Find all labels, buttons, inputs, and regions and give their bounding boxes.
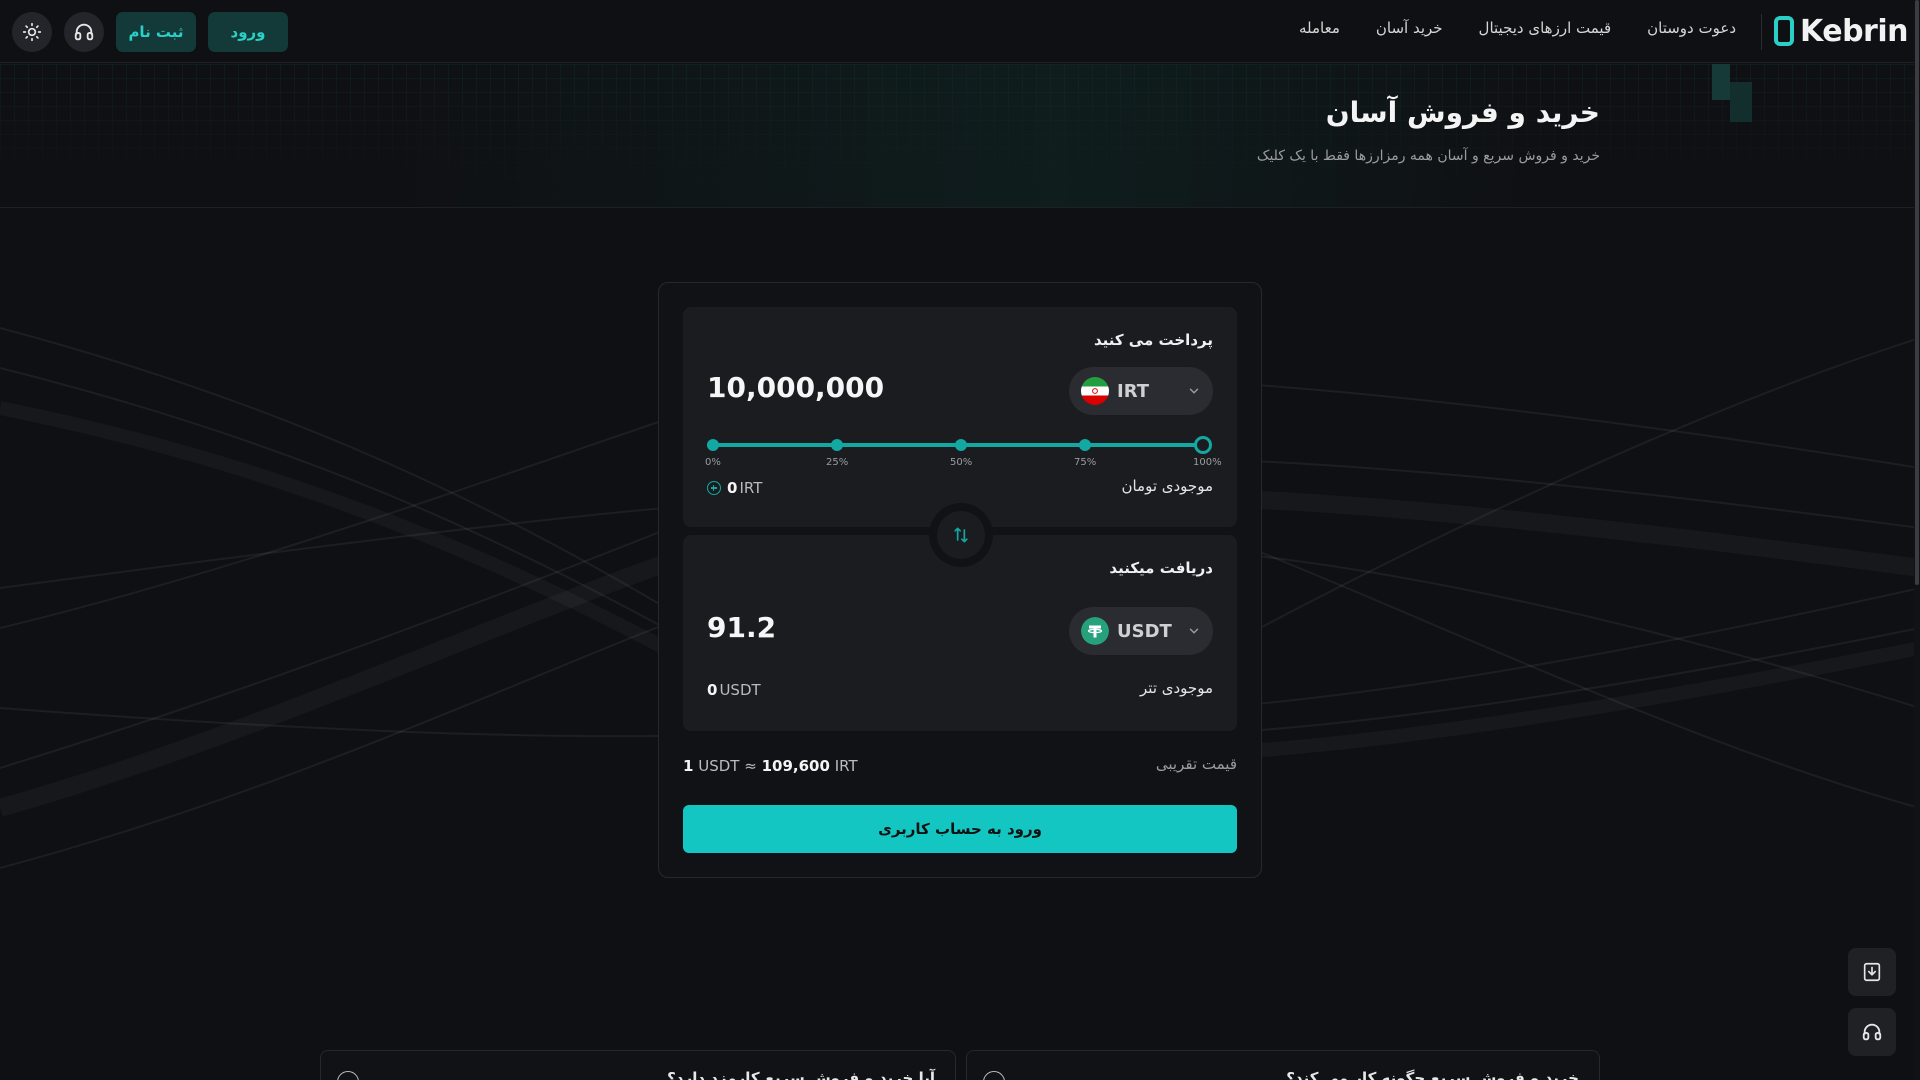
receive-balance-unit: USDT	[719, 681, 761, 699]
rate-base-unit: USDT	[698, 757, 740, 775]
hero-grid-decoration	[0, 64, 1920, 207]
header-divider	[1761, 14, 1762, 50]
headset-icon	[1862, 1023, 1882, 1041]
slider-thumb[interactable]	[1194, 436, 1212, 454]
slider-label: 75%	[1074, 457, 1097, 468]
tether-icon	[1081, 617, 1109, 645]
pay-balance-unit: IRT	[739, 479, 763, 497]
support-button[interactable]	[64, 12, 104, 52]
add-funds-icon[interactable]	[707, 481, 721, 495]
pay-title: پرداخت می کنید	[1093, 331, 1213, 349]
slider-label: 100%	[1193, 457, 1222, 468]
slider-stop[interactable]	[831, 439, 843, 451]
exchange-card: پرداخت می کنید 10,000,000 IRT 0% 25% 50%…	[658, 282, 1262, 878]
pay-coin-label: IRT	[1117, 380, 1150, 402]
chevron-down-icon	[1189, 388, 1199, 394]
approx-rate: 1 USDT ≈ 109,600 IRT	[683, 757, 858, 775]
pay-balance-amount: 0	[727, 479, 738, 497]
theme-toggle-button[interactable]	[12, 12, 52, 52]
nav-item-invite-friends[interactable]: دعوت دوستان	[1647, 19, 1736, 37]
download-app-button[interactable]	[1848, 948, 1896, 996]
pay-panel: پرداخت می کنید 10,000,000 IRT 0% 25% 50%…	[683, 307, 1237, 527]
hero-square-decoration	[1730, 82, 1752, 122]
faq-question: آیا خرید و فروش سریع کارمزد دارد؟	[667, 1069, 935, 1080]
floating-support-button[interactable]	[1848, 1008, 1896, 1056]
page-scrollbar[interactable]	[1914, 0, 1920, 1080]
pay-balance-label: موجودی تومان	[1121, 477, 1213, 495]
receive-coin-label: USDT	[1117, 620, 1172, 642]
approx-rate-label: قیمت تقریبی	[1155, 755, 1237, 773]
page-subtitle: خرید و فروش سریع و آسان همه رمزارزها فقط…	[1256, 148, 1600, 164]
slider-label: 25%	[826, 457, 849, 468]
chevron-down-icon	[1189, 628, 1199, 634]
slider-label: 50%	[950, 457, 973, 468]
faq-item[interactable]: آیا خرید و فروش سریع کارمزد دارد؟	[320, 1050, 956, 1080]
rate-quote-unit: IRT	[834, 757, 858, 775]
receive-amount-input[interactable]: 91.2	[707, 611, 776, 644]
login-to-account-button[interactable]: ورود به حساب کاربری	[683, 805, 1237, 853]
receive-balance-label: موجودی تتر	[1140, 679, 1213, 697]
logo-text: Kebrin	[1800, 13, 1908, 49]
nav-item-crypto-prices[interactable]: قیمت ارزهای دیجیتال	[1479, 19, 1612, 37]
receive-balance-amount: 0	[707, 681, 718, 699]
pay-coin-select[interactable]: IRT	[1069, 367, 1213, 415]
logo[interactable]: Kebrin	[1774, 13, 1908, 49]
logo-mark-icon	[1774, 16, 1795, 46]
swap-icon	[954, 527, 968, 543]
nav-item-trade[interactable]: معامله	[1299, 19, 1340, 37]
receive-coin-select[interactable]: USDT	[1069, 607, 1213, 655]
rate-quote-amount: 109,600	[761, 757, 830, 775]
register-button[interactable]: ثبت نام	[116, 12, 196, 52]
rate-approx-sign: ≈	[744, 757, 757, 775]
slider-stop[interactable]	[1079, 439, 1091, 451]
page-title: خرید و فروش آسان	[1325, 96, 1600, 129]
slider-label: 0%	[705, 457, 721, 468]
sun-icon	[22, 22, 42, 42]
nav-item-easy-buy[interactable]: خرید آسان	[1376, 19, 1443, 37]
receive-title: دریافت میکنید	[1109, 559, 1213, 577]
pay-amount-input[interactable]: 10,000,000	[707, 371, 884, 404]
rate-base-amount: 1	[683, 757, 694, 775]
hero-square-decoration	[1712, 64, 1730, 100]
faq-item[interactable]: خرید و فروش سریع چگونه کار می کند؟	[966, 1050, 1600, 1080]
expand-icon	[337, 1071, 359, 1080]
receive-balance: 0 USDT	[707, 681, 761, 699]
swap-button[interactable]	[929, 503, 993, 567]
swap-button-inner	[937, 511, 985, 559]
top-header: Kebrin معامله خرید آسان قیمت ارزهای دیجی…	[0, 0, 1920, 63]
iran-flag-icon	[1081, 377, 1109, 405]
download-icon	[1863, 962, 1881, 982]
slider-stop[interactable]	[955, 439, 967, 451]
hero-banner: خرید و فروش آسان خرید و فروش سریع و آسان…	[0, 64, 1920, 208]
main-nav: معامله خرید آسان قیمت ارزهای دیجیتال دعو…	[1299, 19, 1736, 37]
headset-icon	[74, 23, 94, 41]
amount-slider[interactable]: 0% 25% 50% 75% 100%	[705, 435, 1222, 475]
expand-icon	[983, 1071, 1005, 1080]
faq-question: خرید و فروش سریع چگونه کار می کند؟	[1286, 1069, 1579, 1080]
scrollbar-thumb[interactable]	[1915, 0, 1919, 585]
pay-balance: 0 IRT	[707, 479, 762, 497]
login-button[interactable]: ورود	[208, 12, 288, 52]
slider-stop[interactable]	[707, 439, 719, 451]
